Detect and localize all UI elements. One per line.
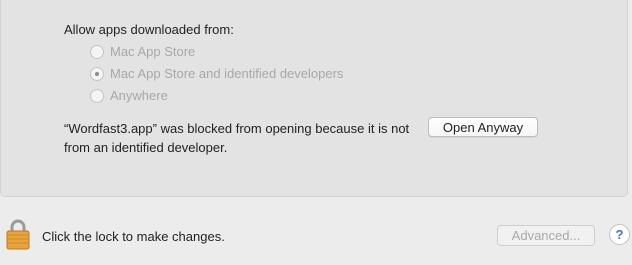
radio-label: Anywhere [110,88,168,103]
advanced-button[interactable]: Advanced... [497,225,595,246]
radio-button[interactable] [90,88,104,103]
radio-label: Mac App Store and identified developers [110,66,344,81]
radio-button[interactable] [90,44,104,59]
allow-apps-heading: Allow apps downloaded from: [64,22,234,37]
open-anyway-button[interactable]: Open Anyway [428,117,538,137]
radio-mac-app-store-identified[interactable]: Mac App Store and identified developers [90,66,343,81]
blocked-message: “Wordfast3.app” was blocked from opening… [64,121,410,155]
radio-button[interactable] [90,66,104,81]
radio-label: Mac App Store [110,44,196,59]
security-panel: Allow apps downloaded from: Mac App Stor… [0,0,628,197]
radio-mac-app-store[interactable]: Mac App Store [90,44,195,59]
radio-anywhere[interactable]: Anywhere [90,88,168,103]
lock-icon[interactable] [6,218,30,250]
lock-label: Click the lock to make changes. [42,229,225,244]
help-button[interactable]: ? [609,224,630,245]
